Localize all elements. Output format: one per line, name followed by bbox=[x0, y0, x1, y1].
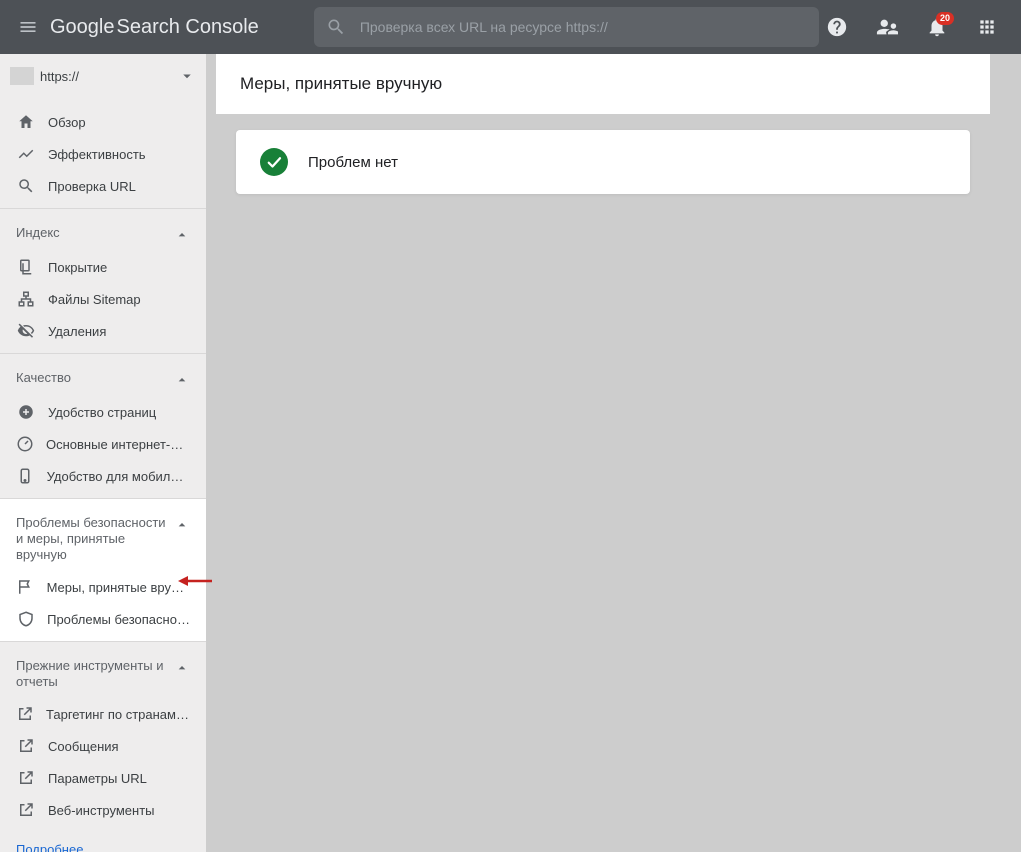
shield-icon bbox=[17, 610, 35, 628]
search-placeholder: Проверка всех URL на ресурсе https:// bbox=[360, 19, 608, 35]
chevron-up-icon bbox=[174, 517, 190, 533]
sidebar-item-removals[interactable]: Удаления bbox=[0, 315, 206, 347]
sidebar-item-performance[interactable]: Эффективность bbox=[0, 138, 206, 170]
chevron-up-icon bbox=[174, 372, 190, 388]
sidebar-item-manual-actions[interactable]: Меры, принятые вручную bbox=[0, 571, 206, 603]
section-header-index[interactable]: Индекс bbox=[0, 215, 206, 251]
chevron-down-icon bbox=[178, 67, 196, 85]
apps-button[interactable] bbox=[969, 9, 1005, 45]
sidebar-item-label: Эффективность bbox=[48, 147, 146, 162]
more-link[interactable]: Подробнее bbox=[0, 832, 206, 852]
flag-icon bbox=[16, 578, 34, 596]
page-panel: Меры, принятые вручную bbox=[216, 54, 990, 114]
apps-grid-icon bbox=[977, 17, 997, 37]
sidebar-item-label: Основные интернет-показ... bbox=[46, 437, 190, 452]
notification-badge: 20 bbox=[936, 12, 954, 25]
trend-icon bbox=[17, 145, 35, 163]
section-title: Проблемы безопасности и меры, принятые в… bbox=[16, 515, 174, 563]
sidebar-item-label: Обзор bbox=[48, 115, 86, 130]
logo-google: Google bbox=[50, 16, 115, 39]
speedometer-icon bbox=[16, 435, 34, 453]
search-input[interactable]: Проверка всех URL на ресурсе https:// bbox=[314, 7, 819, 47]
status-card: Проблем нет bbox=[236, 130, 970, 194]
search-icon bbox=[17, 177, 35, 195]
content-area: Проблем нет bbox=[216, 114, 990, 194]
chevron-up-icon bbox=[174, 660, 190, 676]
sidebar: https:// Обзор Эффективность Проверка UR… bbox=[0, 54, 206, 852]
sidebar-item-label: Удаления bbox=[48, 324, 106, 339]
sidebar-item-label: Веб-инструменты bbox=[48, 803, 155, 818]
sidebar-item-label: Удобство для мобильных bbox=[47, 469, 190, 484]
sidebar-item-url-inspection[interactable]: Проверка URL bbox=[0, 170, 206, 202]
section-title: Качество bbox=[16, 370, 174, 386]
help-button[interactable] bbox=[819, 9, 855, 45]
sidebar-item-mobile[interactable]: Удобство для мобильных bbox=[0, 460, 206, 492]
external-link-icon bbox=[16, 705, 34, 723]
search-icon bbox=[326, 17, 346, 37]
nav-group-legacy: Прежние инструменты и отчеты Таргетинг п… bbox=[0, 641, 206, 832]
property-favicon bbox=[10, 67, 34, 85]
plus-circle-icon bbox=[17, 403, 35, 421]
section-title: Индекс bbox=[16, 225, 174, 241]
nav-group-main: Обзор Эффективность Проверка URL bbox=[0, 98, 206, 208]
section-header-quality[interactable]: Качество bbox=[0, 360, 206, 396]
status-text: Проблем нет bbox=[308, 154, 398, 171]
nav-group-index: Индекс Покрытие Файлы Sitemap Удаления bbox=[0, 208, 206, 353]
sidebar-item-label: Сообщения bbox=[48, 739, 119, 754]
check-icon bbox=[265, 153, 283, 171]
nav-group-security: Проблемы безопасности и меры, принятые в… bbox=[0, 498, 206, 641]
pages-icon bbox=[17, 258, 35, 276]
app-header: Google Search Console Проверка всех URL … bbox=[0, 0, 1021, 54]
sidebar-item-targeting[interactable]: Таргетинг по странам и яз... bbox=[0, 698, 206, 730]
user-settings-icon bbox=[876, 16, 898, 38]
nav-group-quality: Качество Удобство страниц Основные интер… bbox=[0, 353, 206, 498]
users-button[interactable] bbox=[869, 9, 905, 45]
sidebar-item-label: Файлы Sitemap bbox=[48, 292, 141, 307]
notifications-button[interactable]: 20 bbox=[919, 9, 955, 45]
section-header-security[interactable]: Проблемы безопасности и меры, принятые в… bbox=[0, 505, 206, 571]
property-selector[interactable]: https:// bbox=[0, 54, 206, 98]
mobile-icon bbox=[16, 467, 34, 485]
sidebar-item-label: Проверка URL bbox=[48, 179, 136, 194]
page-title: Меры, принятые вручную bbox=[216, 54, 990, 114]
header-actions: 20 bbox=[819, 9, 1005, 45]
menu-toggle[interactable] bbox=[8, 7, 48, 47]
sidebar-item-url-params[interactable]: Параметры URL bbox=[0, 762, 206, 794]
sidebar-item-label: Меры, принятые вручную bbox=[47, 580, 190, 595]
home-icon bbox=[17, 113, 35, 131]
section-title: Прежние инструменты и отчеты bbox=[16, 658, 174, 690]
main-content: Меры, принятые вручную Проблем нет bbox=[216, 54, 993, 852]
external-link-icon bbox=[17, 801, 35, 819]
external-link-icon bbox=[17, 769, 35, 787]
logo[interactable]: Google Search Console bbox=[50, 16, 259, 39]
sidebar-item-core-vitals[interactable]: Основные интернет-показ... bbox=[0, 428, 206, 460]
sidebar-item-overview[interactable]: Обзор bbox=[0, 106, 206, 138]
help-icon bbox=[826, 16, 848, 38]
logo-search-console: Search Console bbox=[117, 16, 259, 39]
sidebar-item-label: Проблемы безопасности bbox=[47, 612, 190, 627]
sidebar-item-label: Удобство страниц bbox=[48, 405, 156, 420]
sitemap-icon bbox=[17, 290, 35, 308]
sidebar-item-label: Таргетинг по странам и яз... bbox=[46, 707, 190, 722]
sidebar-item-web-tools[interactable]: Веб-инструменты bbox=[0, 794, 206, 826]
chevron-up-icon bbox=[174, 227, 190, 243]
hidden-icon bbox=[17, 322, 35, 340]
sidebar-item-messages[interactable]: Сообщения bbox=[0, 730, 206, 762]
property-url: https:// bbox=[40, 69, 178, 84]
sidebar-item-label: Параметры URL bbox=[48, 771, 147, 786]
status-icon-container bbox=[260, 148, 288, 176]
sidebar-item-page-experience[interactable]: Удобство страниц bbox=[0, 396, 206, 428]
section-header-legacy[interactable]: Прежние инструменты и отчеты bbox=[0, 648, 206, 698]
external-link-icon bbox=[17, 737, 35, 755]
sidebar-item-coverage[interactable]: Покрытие bbox=[0, 251, 206, 283]
sidebar-item-sitemaps[interactable]: Файлы Sitemap bbox=[0, 283, 206, 315]
sidebar-item-label: Покрытие bbox=[48, 260, 107, 275]
sidebar-item-security-issues[interactable]: Проблемы безопасности bbox=[0, 603, 206, 635]
hamburger-icon bbox=[18, 17, 38, 37]
